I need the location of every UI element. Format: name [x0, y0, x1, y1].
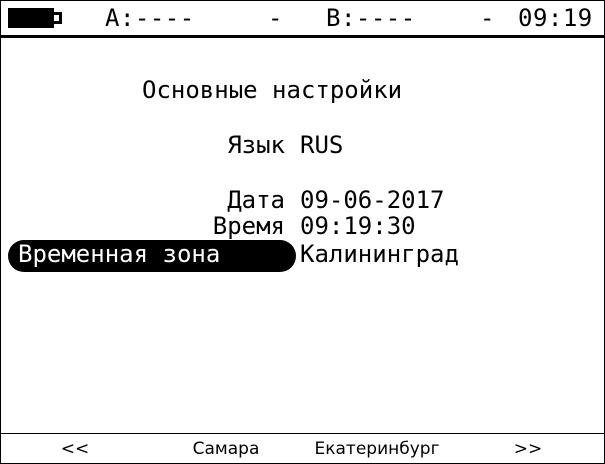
- softkey-prev-button[interactable]: <<: [0, 437, 150, 461]
- time-value[interactable]: 09:19:30: [300, 211, 416, 241]
- softkey-next-button[interactable]: >>: [453, 437, 603, 461]
- page-title: Основные настройки: [142, 76, 403, 104]
- softkey-menu: << Самара Екатеринбург >>: [0, 433, 605, 464]
- timezone-label[interactable]: Временная зона: [18, 239, 220, 269]
- status-separator: -: [480, 4, 495, 32]
- softkey-yekaterinburg-button[interactable]: Екатеринбург: [302, 437, 452, 461]
- status-separator: -: [268, 4, 283, 32]
- battery-icon: [8, 8, 54, 28]
- battery-tip: [54, 12, 62, 24]
- status-bar: A:---- - B:---- - 09:19: [0, 0, 605, 38]
- time-label: Время: [212, 212, 285, 240]
- language-label: Язык: [227, 131, 285, 159]
- timezone-value[interactable]: Калининград: [300, 239, 459, 269]
- channel-b-status: B:----: [326, 4, 416, 32]
- softkey-samara-button[interactable]: Самара: [151, 437, 301, 461]
- channel-a-status: A:----: [105, 4, 195, 32]
- language-value[interactable]: RUS: [300, 130, 343, 160]
- clock: 09:19: [518, 4, 593, 32]
